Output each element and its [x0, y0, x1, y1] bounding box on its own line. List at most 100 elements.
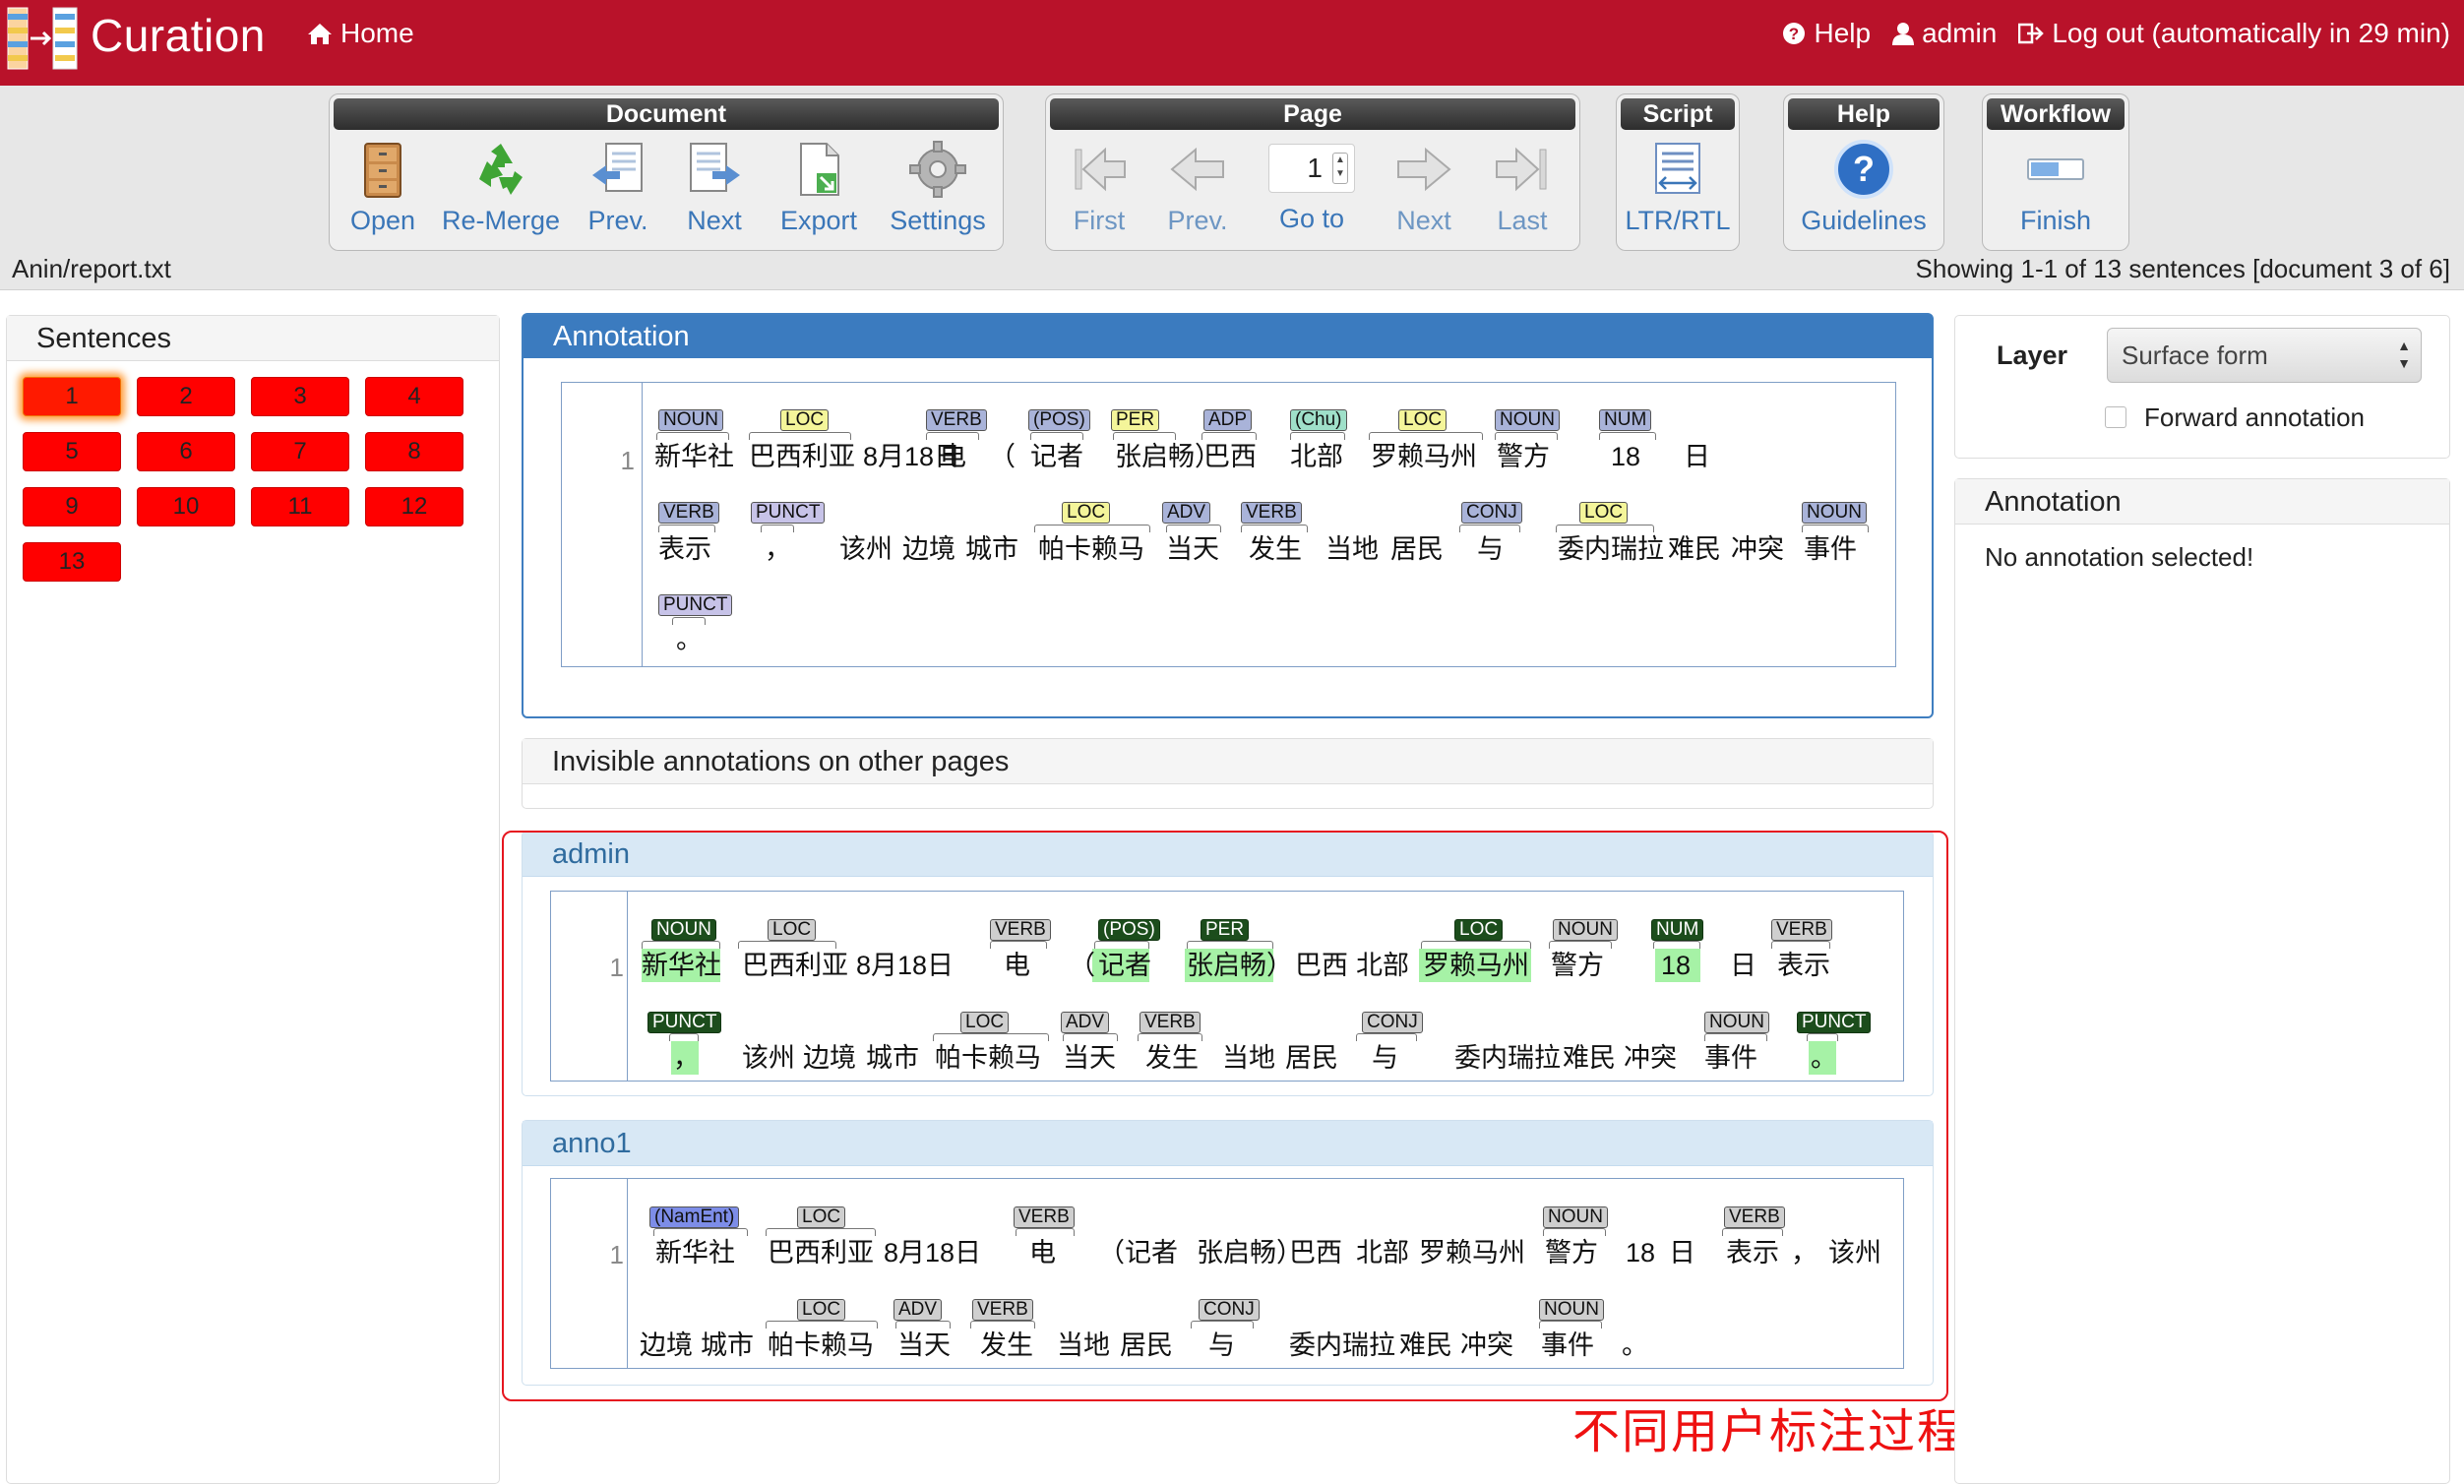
tag-noun[interactable]: NOUN	[658, 409, 723, 431]
line-number: 1	[620, 446, 635, 475]
token[interactable]: 18	[1611, 440, 1640, 473]
sentence-button-11[interactable]: 11	[251, 487, 349, 526]
token[interactable]: 罗赖马州	[1371, 440, 1477, 473]
layer-panel: Layer Surface form ▲ ▼ Forward annotation	[1954, 315, 2450, 459]
tag-num[interactable]: NUM	[1599, 409, 1652, 431]
finish-button[interactable]: Finish	[1987, 134, 2125, 248]
span-bracket	[1241, 525, 1308, 532]
tag-verb[interactable]: VERB	[926, 409, 987, 431]
user-label: admin	[1922, 18, 1998, 48]
tag-punct[interactable]: PUNCT	[751, 502, 826, 524]
settings-button[interactable]: Settings	[877, 134, 999, 248]
tag-verb[interactable]: VERB	[1241, 502, 1302, 524]
token[interactable]: 边境	[902, 532, 955, 566]
line-gutter	[562, 383, 643, 666]
annotation-panel: Annotation 1 NOUN LOC VERB (POS) PER ADP…	[522, 313, 1934, 718]
sentence-button-1[interactable]: 1	[23, 377, 121, 416]
tag-noun[interactable]: NOUN	[1802, 502, 1867, 524]
token[interactable]: 居民	[1390, 532, 1444, 566]
annotation-details-title: Annotation	[1955, 479, 2449, 525]
sentence-button-3[interactable]: 3	[251, 377, 349, 416]
document-group-title: Document	[334, 98, 999, 130]
tag-conj[interactable]: CONJ	[1461, 502, 1522, 524]
forward-annotation-checkbox[interactable]	[2105, 406, 2126, 428]
token[interactable]: 记者	[1030, 440, 1083, 473]
token[interactable]: 当天	[1166, 532, 1219, 566]
goto-page-label[interactable]: Go to	[1279, 201, 1344, 236]
prev-document-label: Prev.	[587, 206, 648, 235]
sentence-button-4[interactable]: 4	[365, 377, 463, 416]
sentence-button-12[interactable]: 12	[365, 487, 463, 526]
span-bracket	[656, 432, 729, 440]
re-merge-button[interactable]: Re-Merge	[432, 134, 570, 248]
tag-punct[interactable]: PUNCT	[658, 594, 733, 616]
tag-noun[interactable]: NOUN	[1495, 409, 1560, 431]
home-link[interactable]: Home	[307, 16, 414, 51]
ltr-rtl-button[interactable]: LTR/RTL	[1621, 134, 1735, 248]
open-label: Open	[349, 206, 416, 235]
tag-chu[interactable]: (Chu)	[1290, 409, 1347, 431]
span-bracket	[1166, 525, 1221, 532]
token[interactable]: 警方	[1497, 440, 1550, 473]
token[interactable]: 新华社	[654, 440, 734, 473]
token[interactable]: 难民	[1668, 532, 1721, 566]
token[interactable]: 当地	[1325, 532, 1379, 566]
help-link[interactable]: ? Help	[1782, 16, 1871, 51]
logout-link[interactable]: Log out (automatically in 29 min)	[2018, 16, 2450, 51]
token[interactable]: ，	[765, 532, 791, 566]
token[interactable]: 电	[940, 440, 966, 473]
tag-loc[interactable]: LOC	[1579, 502, 1629, 524]
user-link[interactable]: admin	[1892, 16, 1997, 51]
open-button[interactable]: Open	[336, 134, 430, 248]
tag-loc[interactable]: LOC	[1062, 502, 1111, 524]
tag-verb[interactable]: VERB	[658, 502, 719, 524]
tag-pos[interactable]: (POS)	[1028, 409, 1090, 431]
token[interactable]: 该州	[839, 532, 893, 566]
tag-per[interactable]: PER	[1111, 409, 1160, 431]
token[interactable]: （	[989, 440, 1016, 473]
sentence-button-8[interactable]: 8	[365, 432, 463, 471]
finish-label: Finish	[2019, 206, 2092, 235]
tag-adp[interactable]: ADP	[1203, 409, 1253, 431]
export-label: Export	[779, 206, 858, 235]
span-bracket	[1556, 525, 1654, 532]
invisible-annotations-panel[interactable]: Invisible annotations on other pages	[522, 738, 1934, 809]
ltr-rtl-label: LTR/RTL	[1625, 206, 1731, 235]
prev-page-button[interactable]: Prev.	[1150, 134, 1245, 248]
token[interactable]: 与	[1477, 532, 1504, 566]
settings-label: Settings	[890, 206, 986, 235]
token[interactable]: 委内瑞拉	[1558, 532, 1664, 566]
guidelines-button[interactable]: ? Guidelines	[1788, 134, 1940, 248]
next-page-button[interactable]: Next	[1377, 134, 1471, 248]
page-spinner[interactable]: ▲ ▼	[1332, 153, 1348, 184]
next-document-button[interactable]: Next	[670, 134, 759, 248]
last-page-button[interactable]: Last	[1475, 134, 1570, 248]
token[interactable]: 事件	[1804, 532, 1857, 566]
sentence-button-5[interactable]: 5	[23, 432, 121, 471]
token[interactable]: 冲突	[1731, 532, 1784, 566]
sentence-button-9[interactable]: 9	[23, 487, 121, 526]
sentence-button-10[interactable]: 10	[137, 487, 235, 526]
token[interactable]: 。	[676, 623, 703, 656]
tag-adv[interactable]: ADV	[1162, 502, 1211, 524]
token[interactable]: 表示	[658, 532, 711, 566]
annotation-editor[interactable]: 1 NOUN LOC VERB (POS) PER ADP (Chu) LOC …	[561, 382, 1896, 667]
token[interactable]: 巴西	[1203, 440, 1257, 473]
token[interactable]: 日	[1684, 440, 1710, 473]
page-number-input[interactable]: 1 ▲ ▼	[1268, 144, 1355, 193]
sentence-button-13[interactable]: 13	[23, 542, 121, 582]
first-page-button[interactable]: First	[1052, 134, 1146, 248]
export-button[interactable]: Export	[765, 134, 873, 248]
sentence-button-6[interactable]: 6	[137, 432, 235, 471]
sentence-button-2[interactable]: 2	[137, 377, 235, 416]
token[interactable]: 帕卡赖马	[1038, 532, 1144, 566]
prev-document-button[interactable]: Prev.	[574, 134, 662, 248]
token[interactable]: 发生	[1249, 532, 1302, 566]
tag-loc[interactable]: LOC	[780, 409, 830, 431]
tag-loc[interactable]: LOC	[1398, 409, 1448, 431]
layer-select[interactable]: Surface form ▲ ▼	[2107, 328, 2422, 383]
sentence-button-7[interactable]: 7	[251, 432, 349, 471]
token[interactable]: 北部	[1290, 440, 1343, 473]
token[interactable]: 巴西利亚	[749, 440, 855, 473]
token[interactable]: 城市	[965, 532, 1018, 566]
